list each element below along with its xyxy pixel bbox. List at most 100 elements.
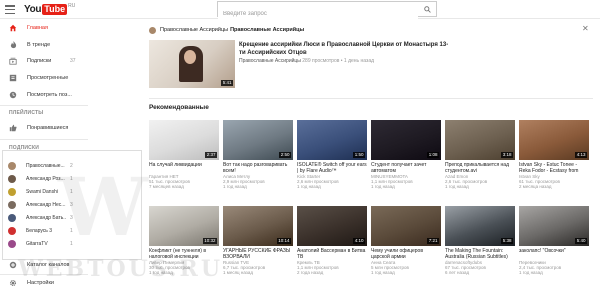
featured-title[interactable]: Крещение ассирийки Люси в Православной Ц… xyxy=(239,41,454,57)
video-age: 1 месяц назад xyxy=(223,270,253,275)
video-duration: 1:50 xyxy=(353,152,365,158)
video-duration: 7:21 xyxy=(427,238,439,244)
video-card[interactable]: 2:37 На случай ликвидации Гарантия НЕТ 51 т… xyxy=(149,120,219,189)
featured-meta: Православные Ассирийцы 289 просмотров • … xyxy=(239,58,375,64)
sidebar-item-label: Главная xyxy=(27,25,48,31)
video-duration: 4:10 xyxy=(353,238,365,244)
video-card[interactable]: 7:21 Чему учили офицеров царской армии Анн… xyxy=(371,206,441,275)
video-thumbnail[interactable]: 5:40 xyxy=(519,206,589,246)
video-age: 1 год назад xyxy=(223,184,247,189)
featured-age: 1 день назад xyxy=(343,58,375,64)
youtube-logo[interactable]: You Tube RU xyxy=(24,3,75,16)
video-thumbnail[interactable]: 1:50 xyxy=(297,120,367,160)
video-title[interactable]: Препод прикалывается над студентом.avi xyxy=(445,162,515,174)
sidebar-item-trending[interactable]: В тренде xyxy=(0,39,88,51)
sidebar-item-count: 37 xyxy=(70,58,76,64)
sidebar-item-label: Просмотренные xyxy=(27,75,69,81)
channel-name: Православные Ассирийцы xyxy=(160,27,229,33)
video-title[interactable]: заколапс! "Овсочки" xyxy=(519,248,589,260)
video-thumbnail[interactable]: 5:38 xyxy=(445,206,515,246)
video-thumbnail[interactable]: 1:08 xyxy=(371,120,441,160)
video-duration: 1:08 xyxy=(427,152,439,158)
video-card[interactable]: 3:18 Препод прикалывается над студентом.a… xyxy=(445,120,515,189)
sidebar-item-liked[interactable]: Понравившиеся xyxy=(0,122,88,134)
video-card[interactable]: 5:40 заколапс! "Овсочки" Перевозчики 2,4 ты… xyxy=(519,206,589,275)
video-thumbnail[interactable]: 2:50 xyxy=(223,120,293,160)
video-duration: 4:13 xyxy=(575,152,587,158)
video-card[interactable]: 1:08 Студент получает зачет автоматом MINU… xyxy=(371,120,441,189)
video-thumbnail[interactable]: 4:13 xyxy=(519,120,589,160)
video-duration: 5:38 xyxy=(501,238,513,244)
recommended-heading: Рекомендованные xyxy=(149,104,209,111)
thumbs-up-icon xyxy=(9,124,17,132)
sidebar-item-home[interactable]: Главная xyxy=(0,22,88,34)
hamburger-menu-icon[interactable] xyxy=(5,5,15,14)
sidebar-item-label: Понравившиеся xyxy=(27,125,69,131)
sidebar-item-label: В тренде xyxy=(27,42,51,48)
video-title[interactable]: Вот так надо разговаривать всем! xyxy=(223,162,293,174)
video-title[interactable]: Студент получает зачет автоматом xyxy=(371,162,441,174)
logo-you-text: You xyxy=(24,4,42,15)
sidebar-item-history[interactable]: Просмотренные xyxy=(0,72,88,84)
video-title[interactable]: Istvan Sky - Estuc Tonee - Reka Fodor - … xyxy=(519,162,589,174)
video-duration: 2:37 xyxy=(205,152,217,158)
video-duration: 2:50 xyxy=(279,152,291,158)
sidebar-item-watch-later[interactable]: Посмотреть поз... xyxy=(0,89,88,101)
search-button[interactable] xyxy=(418,2,436,16)
video-duration: 5:40 xyxy=(575,238,587,244)
video-title[interactable]: Чему учили офицеров царской армии xyxy=(371,248,441,260)
subscriptions-icon xyxy=(9,57,17,65)
flame-icon xyxy=(9,41,17,49)
video-thumbnail[interactable]: 10:32 xyxy=(149,206,219,246)
video-card[interactable]: 4:10 Анатолий Вассерман в Битва ТВ Кремль … xyxy=(297,206,367,275)
sidebar-divider xyxy=(0,105,88,106)
watermark-text: WEBTOUS.RU xyxy=(18,256,224,282)
search-icon xyxy=(423,5,431,13)
video-age: 6 лет назад xyxy=(445,270,470,275)
video-thumbnail[interactable]: 3:18 xyxy=(445,120,515,160)
video-age: 2 года назад xyxy=(297,270,324,275)
video-card[interactable]: 2:50 Вот так надо разговаривать всем! Алис… xyxy=(223,120,293,189)
video-age: 1 год назад xyxy=(371,184,395,189)
top-bar: You Tube RU xyxy=(0,0,600,21)
sidebar-item-label: Подписки xyxy=(27,58,52,64)
video-card[interactable]: 1:50 ISOLATE® Switch off your ears | by F… xyxy=(297,120,367,189)
channel-avatar xyxy=(149,26,156,34)
featured-views: 289 просмотров xyxy=(302,58,340,64)
video-title[interactable]: ISOLATE® Switch off your ears | by Flare… xyxy=(297,162,367,174)
close-icon[interactable]: ✕ xyxy=(582,25,590,33)
featured-thumbnail[interactable]: 5:41 xyxy=(149,40,235,88)
add-circle-icon xyxy=(9,261,17,269)
video-title[interactable]: На случай ликвидации xyxy=(149,162,219,174)
video-card[interactable]: 5:38 The Making The Fountain: Australia (… xyxy=(445,206,515,275)
video-age: 7 месяцев назад xyxy=(149,184,184,189)
sidebar-item-subscriptions[interactable]: Подписки 37 xyxy=(0,55,88,67)
video-title[interactable]: The Making The Fountain: Australia (Russ… xyxy=(445,248,515,260)
featured-author[interactable]: Православные Ассирийцы xyxy=(239,58,301,64)
channel-header[interactable]: Православные Ассирийцы Православные Асси… xyxy=(149,26,304,34)
video-age: 1 год назад xyxy=(519,270,543,275)
video-card[interactable]: 4:13 Istvan Sky - Estuc Tonee - Reka Fodo… xyxy=(519,120,589,189)
video-duration: 5:41 xyxy=(221,80,233,86)
search-box xyxy=(217,1,437,21)
logo-tube-text: Tube xyxy=(42,4,68,15)
video-duration: 10:32 xyxy=(202,238,217,244)
video-title[interactable]: УГАРНЫЕ РУССКИЕ ФРАЗЫ ВЗОРВАЛИ xyxy=(223,248,293,260)
video-age: 2 месяца назад xyxy=(519,184,552,189)
section-divider xyxy=(149,98,593,99)
video-thumbnail[interactable]: 7:21 xyxy=(371,206,441,246)
watch-later-icon xyxy=(9,91,17,99)
thumbnail-face xyxy=(184,50,196,64)
video-thumbnail[interactable]: 10:14 xyxy=(223,206,293,246)
sidebar-divider xyxy=(0,139,88,140)
watermark-letter: W xyxy=(58,160,148,254)
video-title[interactable]: Анатолий Вассерман в Битва ТВ xyxy=(297,248,367,260)
video-card[interactable]: 10:14 УГАРНЫЕ РУССКИЕ ФРАЗЫ ВЗОРВАЛИ Russi… xyxy=(223,206,293,275)
video-thumbnail[interactable]: 2:37 xyxy=(149,120,219,160)
logo-country-code: RU xyxy=(68,3,76,9)
video-age: 1 год назад xyxy=(297,184,321,189)
video-age: 1 год назад xyxy=(445,184,469,189)
video-thumbnail[interactable]: 4:10 xyxy=(297,206,367,246)
video-duration: 3:18 xyxy=(501,152,513,158)
main-content: Православные Ассирийцы Православные Асси… xyxy=(140,19,600,290)
